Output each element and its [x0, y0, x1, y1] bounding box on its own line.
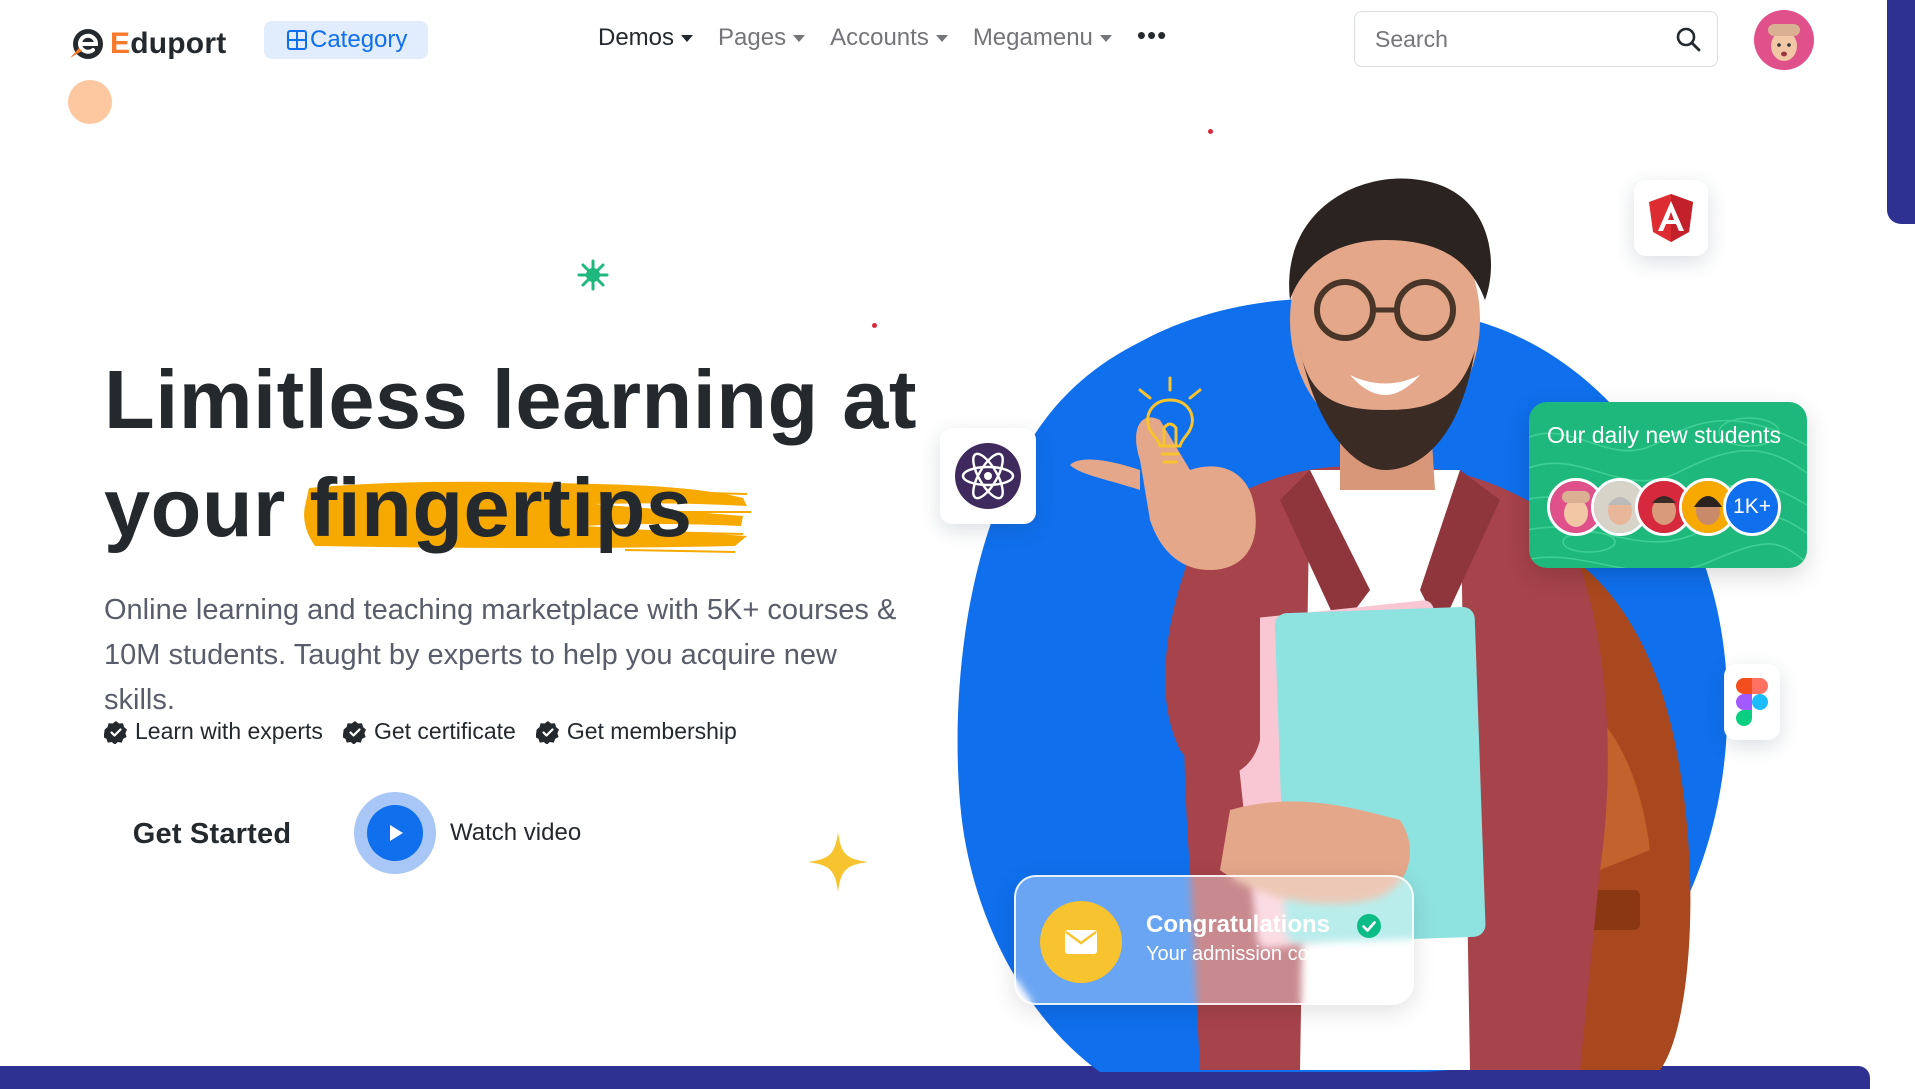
watch-video-label: Watch video: [450, 819, 582, 846]
scrollbar-thumb[interactable]: [1887, 0, 1915, 224]
get-started-button[interactable]: Get Started: [104, 806, 320, 862]
watch-video-button[interactable]: Watch video: [354, 792, 581, 874]
envelope-icon: [1065, 930, 1097, 954]
page-scrollbar[interactable]: [1887, 0, 1915, 1089]
menu-item-pages[interactable]: Pages: [718, 24, 806, 52]
chevron-down-icon: [793, 34, 806, 42]
student-avatar-group: 1K+: [1547, 478, 1781, 536]
science-badge-card: [940, 428, 1036, 524]
lightbulb-icon: [1138, 376, 1202, 464]
user-avatar[interactable]: [1754, 10, 1814, 70]
main-menu: Demos Pages Accounts Megamenu •••: [598, 20, 1167, 52]
notification-title: Congratulations: [1146, 911, 1330, 938]
headline-highlight: fingertips: [304, 454, 752, 562]
feature-item: Learn with experts: [104, 718, 323, 745]
headline-line-2-prefix: your: [104, 461, 286, 554]
category-button[interactable]: Category: [264, 21, 428, 59]
decor-circle: [68, 80, 112, 124]
search-icon[interactable]: [1675, 26, 1701, 52]
brand-name: Eduport: [110, 27, 227, 60]
menu-item-accounts[interactable]: Accounts: [830, 24, 948, 52]
feature-list: Learn with experts Get certificate Get m…: [104, 718, 737, 745]
play-icon: [390, 825, 403, 841]
grid-icon: [287, 30, 307, 50]
check-circle-icon: [1357, 914, 1381, 938]
hero-description: Online learning and teaching marketplace…: [104, 594, 897, 716]
figma-badge-card: [1724, 664, 1780, 740]
figma-icon: [1736, 678, 1768, 726]
feature-item: Get membership: [535, 718, 737, 745]
decor-dot: [1208, 129, 1213, 134]
verified-badge-icon: [342, 720, 366, 744]
students-card-title: Our daily new students: [1547, 422, 1781, 448]
headline-line-1: Limitless learning at: [104, 353, 918, 446]
play-button-ring: [354, 792, 436, 874]
chevron-down-icon: [935, 34, 948, 42]
mail-icon-badge: [1040, 901, 1122, 983]
avatar-image: [1754, 10, 1814, 70]
category-label: Category: [310, 26, 408, 53]
daily-students-card: Our daily new students 1K+: [1529, 402, 1807, 568]
decor-dot: [872, 323, 877, 328]
brand-logo[interactable]: Eduport: [66, 24, 226, 64]
search-box: [1354, 11, 1718, 67]
angular-badge-card: [1634, 180, 1708, 256]
search-input[interactable]: [1375, 25, 1675, 53]
chevron-down-icon: [681, 34, 694, 42]
yellow-sparkle-icon: [808, 832, 868, 892]
admission-notification-card: Congratulations Your admission completed: [1014, 875, 1414, 1005]
top-navbar: Eduport Category Demos Pages Accounts Me…: [0, 0, 1915, 84]
green-star-icon: [577, 259, 609, 291]
verified-badge-icon: [104, 720, 127, 744]
angular-icon: [1649, 194, 1693, 242]
play-button: [367, 805, 423, 861]
menu-item-megamenu[interactable]: Megamenu: [973, 24, 1112, 52]
logo-mark-icon: [70, 29, 103, 59]
hero-headline: Limitless learning at your fingertips: [104, 346, 917, 562]
menu-item-demos[interactable]: Demos: [598, 24, 694, 52]
more-menu-button[interactable]: •••: [1137, 20, 1167, 51]
chevron-down-icon: [1099, 34, 1112, 42]
notification-subtitle: Your admission completed: [1146, 943, 1380, 965]
atom-icon: [955, 443, 1021, 509]
more-students-badge: 1K+: [1723, 478, 1781, 536]
verified-badge-icon: [535, 720, 559, 744]
feature-item: Get certificate: [342, 718, 516, 745]
